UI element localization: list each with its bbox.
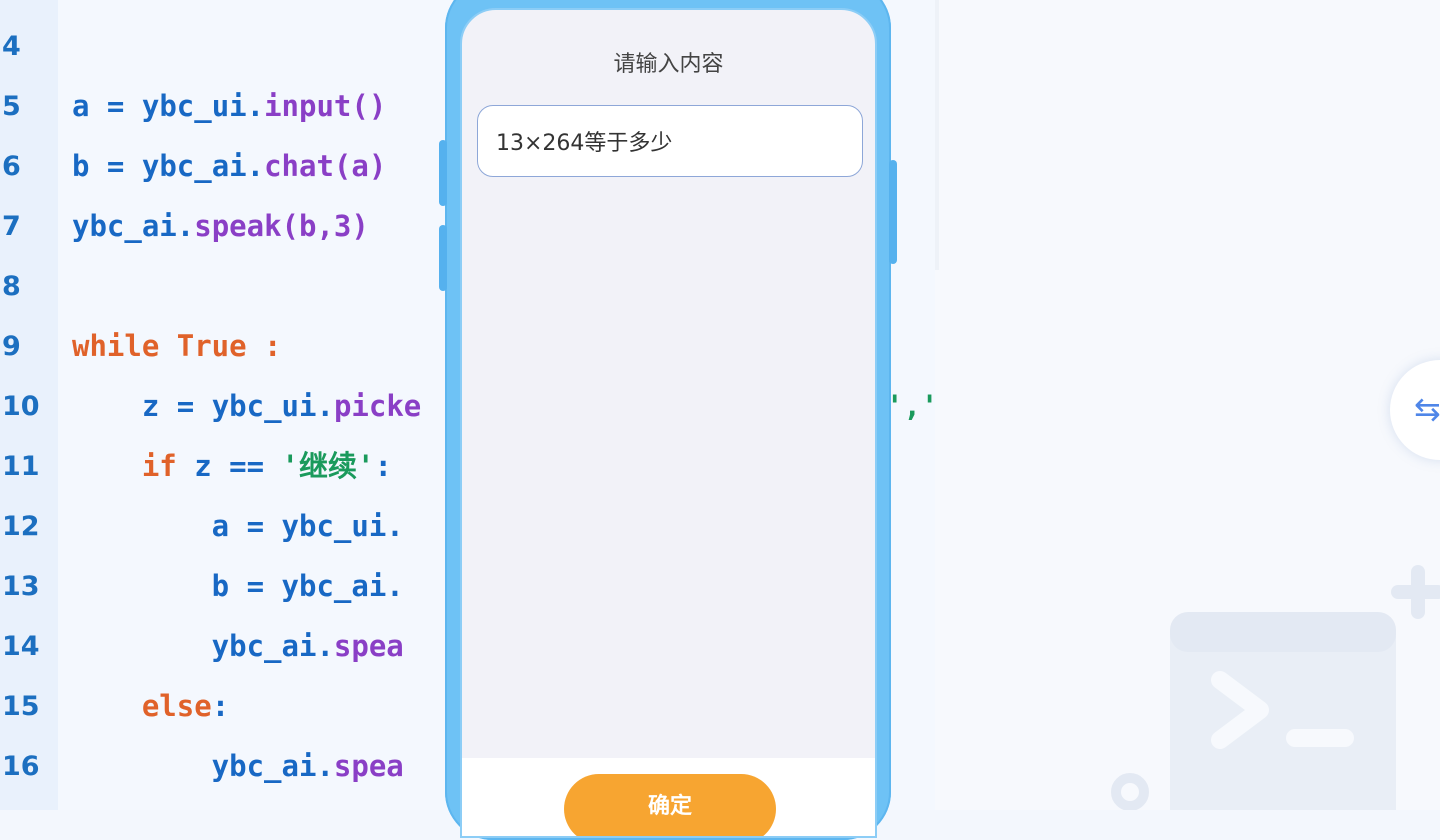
dialog-bottom-bar: 确定 [462,758,875,836]
code-text: ybc_ai.speak(b,3) [72,196,369,256]
line-number: 8 [2,270,21,302]
code-token: ybc_ui [211,389,317,423]
code-token: . [386,569,404,603]
code-token: = [159,389,212,423]
phone-screen: 请输入内容 13×264等于多少 确定 [460,8,877,838]
code-text: a = ybc_ui. [72,496,404,556]
line-number: 4 [2,30,21,62]
code-token: spea [333,629,404,663]
code-token: chat(a) [264,149,387,183]
code-token: : [374,449,392,483]
code-token: else [72,689,212,723]
code-text: a = ybc_ui.input() [72,76,386,136]
code-token: ',' [886,389,939,423]
code-text: ybc_ai.spea [72,616,404,676]
code-text: if z == '继续': [72,436,392,496]
code-token: = [229,509,282,543]
phone-side-button [439,140,447,206]
code-token: . [246,89,265,123]
code-token: . [316,389,334,423]
terminal-icon [1111,565,1440,810]
code-token: a [72,509,230,543]
line-number: 9 [2,330,21,362]
code-token: . [316,629,334,663]
code-token: speak(b,3) [194,209,369,243]
code-token: ybc_ui [281,509,387,543]
code-token: = [89,149,142,183]
code-token: : [211,689,230,723]
code-token: . [386,509,404,543]
line-number: 13 [2,570,40,602]
code-text: else: [72,676,229,736]
code-token: . [246,149,265,183]
code-token: input() [264,89,387,123]
code-text: while True : [72,316,282,376]
code-token: ybc_ai [281,569,387,603]
line-number: 11 [2,450,40,482]
code-token: = [89,89,142,123]
code-token: z == [176,449,282,483]
code-token: b [72,569,230,603]
code-token: ybc_ai [72,629,317,663]
code-token: ybc_ui [141,89,247,123]
code-token: while True : [72,329,282,363]
line-number: 6 [2,150,21,182]
line-number: 14 [2,630,40,662]
content-input[interactable]: 13×264等于多少 [477,105,863,177]
phone-side-button [889,160,897,264]
line-number: 16 [2,750,40,782]
swap-icon: ⇆ [1414,390,1440,428]
code-token: ybc_ai [72,749,317,783]
code-text: b = ybc_ai. [72,556,404,616]
phone-side-button [439,225,447,291]
line-number: 5 [2,90,21,122]
code-token: '继续' [281,449,375,483]
confirm-button[interactable]: 确定 [564,774,776,836]
line-number: 15 [2,690,40,722]
code-text: ybc_ai.spea [72,736,404,796]
code-token: ybc_ai [141,149,247,183]
line-number: 10 [2,390,40,422]
dialog-title: 请输入内容 [613,52,724,77]
code-token: if [72,449,177,483]
line-number: 12 [2,510,40,542]
code-text: b = ybc_ai.chat(a) [72,136,386,196]
code-token: = [229,569,282,603]
code-token: . [176,209,195,243]
code-token: picke [333,389,422,423]
code-token: a [72,89,90,123]
code-text: z = ybc_ui.picke [72,376,421,436]
line-number: 7 [2,210,21,242]
code-token: spea [333,749,404,783]
code-token: . [316,749,334,783]
code-token: b [72,149,90,183]
code-token: ybc_ai [72,209,177,243]
code-token: z [72,389,160,423]
